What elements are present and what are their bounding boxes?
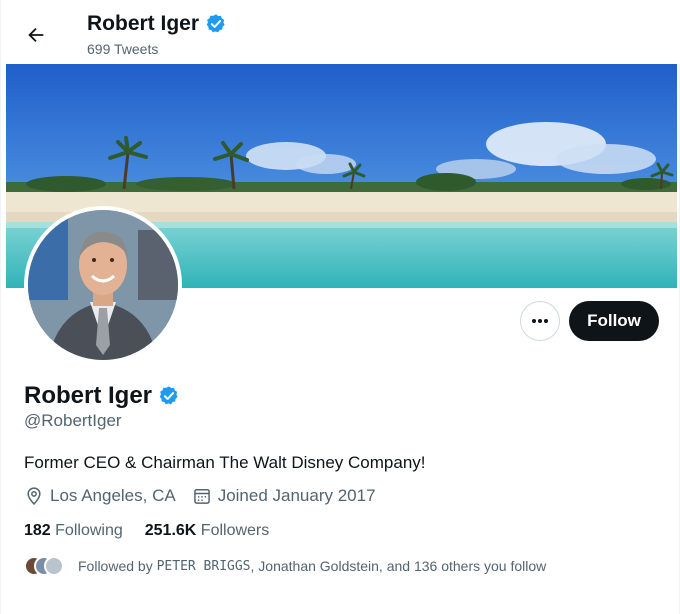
following-link[interactable]: 182 Following	[24, 522, 123, 540]
verified-badge-icon	[206, 14, 225, 33]
avatar	[44, 556, 64, 576]
profile-handle: @RobertIger	[24, 411, 122, 430]
back-button[interactable]	[19, 18, 53, 52]
followers-link[interactable]: 251.6K Followers	[145, 522, 270, 540]
calendar-icon	[193, 489, 210, 504]
header-name-text: Robert Iger	[87, 12, 200, 35]
followers-count: 251.6K	[144, 522, 197, 539]
tweet-count: 699 Tweets	[87, 41, 159, 57]
profile-name-text: Robert Iger	[24, 382, 153, 409]
followed-by-suffix: , Jonathan Goldstein, and 136 others you…	[250, 558, 547, 574]
followed-by-avatars	[24, 556, 66, 576]
followed-by-link[interactable]: Followed by PETER BRIGGS, Jonathan Golds…	[24, 556, 546, 576]
more-options-button[interactable]	[520, 301, 560, 341]
profile-page: Robert Iger 699 Tweets Follow Robert Ige…	[0, 0, 680, 614]
location-item: Los Angeles, CA	[24, 486, 176, 506]
verified-badge-icon	[159, 386, 178, 405]
location-pin-icon	[27, 487, 41, 505]
profile-stats: 182 Following 251.6K Followers	[24, 522, 291, 540]
following-label: Following	[55, 522, 123, 539]
joined-item: Joined January 2017	[192, 486, 376, 506]
profile-bio: Former CEO & Chairman The Walt Disney Co…	[24, 453, 426, 472]
profile-header-bar: Robert Iger 699 Tweets	[1, 0, 680, 64]
profile-meta: Los Angeles, CA Joined January 2017	[24, 486, 392, 506]
location-text: Los Angeles, CA	[50, 486, 176, 505]
more-dots-icon	[532, 319, 548, 323]
following-count: 182	[24, 522, 51, 539]
followers-label: Followers	[200, 522, 270, 539]
followed-by-highlight: PETER BRIGGS	[156, 558, 251, 574]
joined-text: Joined January 2017	[217, 486, 376, 505]
header-title: Robert Iger	[87, 12, 227, 36]
profile-name: Robert Iger	[24, 382, 180, 410]
profile-avatar[interactable]	[24, 206, 182, 364]
followed-by-prefix: Followed by	[78, 558, 157, 574]
follow-button[interactable]: Follow	[569, 301, 659, 341]
arrow-left-icon	[28, 27, 44, 43]
